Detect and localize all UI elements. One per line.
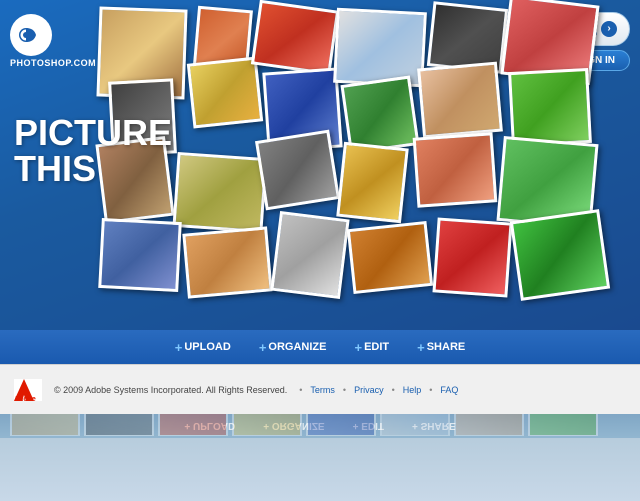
nav-share[interactable]: + SHARE bbox=[417, 340, 465, 355]
collage-photo-22 bbox=[347, 221, 433, 294]
collage-photo-20 bbox=[182, 226, 272, 298]
collage-photo-4 bbox=[187, 57, 263, 129]
collage-photo-19 bbox=[98, 218, 182, 292]
reflection-photo-7 bbox=[454, 414, 524, 436]
collage-photo-23 bbox=[432, 217, 512, 297]
collage-photo-16 bbox=[336, 142, 408, 223]
adobe-logo-icon: Adobe bbox=[14, 379, 42, 401]
reflection-area: + UPLOAD + ORGANIZE + EDIT + SHARE bbox=[0, 414, 640, 501]
footer-links: • Terms • Privacy • Help • FAQ bbox=[299, 385, 458, 395]
hero-headline: PICTURE THIS bbox=[14, 115, 172, 187]
svg-text:Adobe: Adobe bbox=[14, 396, 36, 401]
reflection-photos bbox=[0, 414, 640, 438]
reflection-photo-1 bbox=[10, 414, 80, 436]
collage-photo-14 bbox=[172, 152, 267, 233]
reflection-photo-8 bbox=[528, 414, 598, 436]
footer: Adobe © 2009 Adobe Systems Incorporated.… bbox=[0, 364, 640, 414]
collage-photo-15 bbox=[255, 130, 340, 211]
collage-photo-21 bbox=[270, 211, 349, 299]
nav-edit[interactable]: + EDIT bbox=[354, 340, 389, 355]
collage-photo-24 bbox=[510, 209, 610, 301]
collage-photo-12 bbox=[508, 68, 592, 147]
collage-photo-5 bbox=[251, 0, 339, 75]
footer-link-faq[interactable]: FAQ bbox=[440, 385, 458, 395]
collage-photo-17 bbox=[413, 132, 498, 207]
footer-link-privacy[interactable]: Privacy bbox=[354, 385, 384, 395]
reflection-photo-3 bbox=[158, 414, 228, 436]
footer-link-help[interactable]: Help bbox=[403, 385, 422, 395]
collage-photo-7 bbox=[333, 8, 427, 88]
footer-link-terms[interactable]: Terms bbox=[310, 385, 335, 395]
nav-upload[interactable]: + UPLOAD bbox=[175, 340, 231, 355]
copyright-text: © 2009 Adobe Systems Incorporated. All R… bbox=[54, 385, 287, 395]
bottom-nav-bar: + UPLOAD + ORGANIZE + EDIT + SHARE bbox=[0, 330, 640, 364]
collage-photo-10 bbox=[417, 62, 503, 139]
reflection-photo-2 bbox=[84, 414, 154, 436]
reflection-photo-4 bbox=[232, 414, 302, 436]
hero-section: PHOTOSHOP.COM TEST DRIVE JOIN GET STARTE… bbox=[0, 0, 640, 330]
nav-organize[interactable]: + ORGANIZE bbox=[259, 340, 327, 355]
reflection-photo-5 bbox=[306, 414, 376, 436]
reflection-photo-6 bbox=[380, 414, 450, 436]
